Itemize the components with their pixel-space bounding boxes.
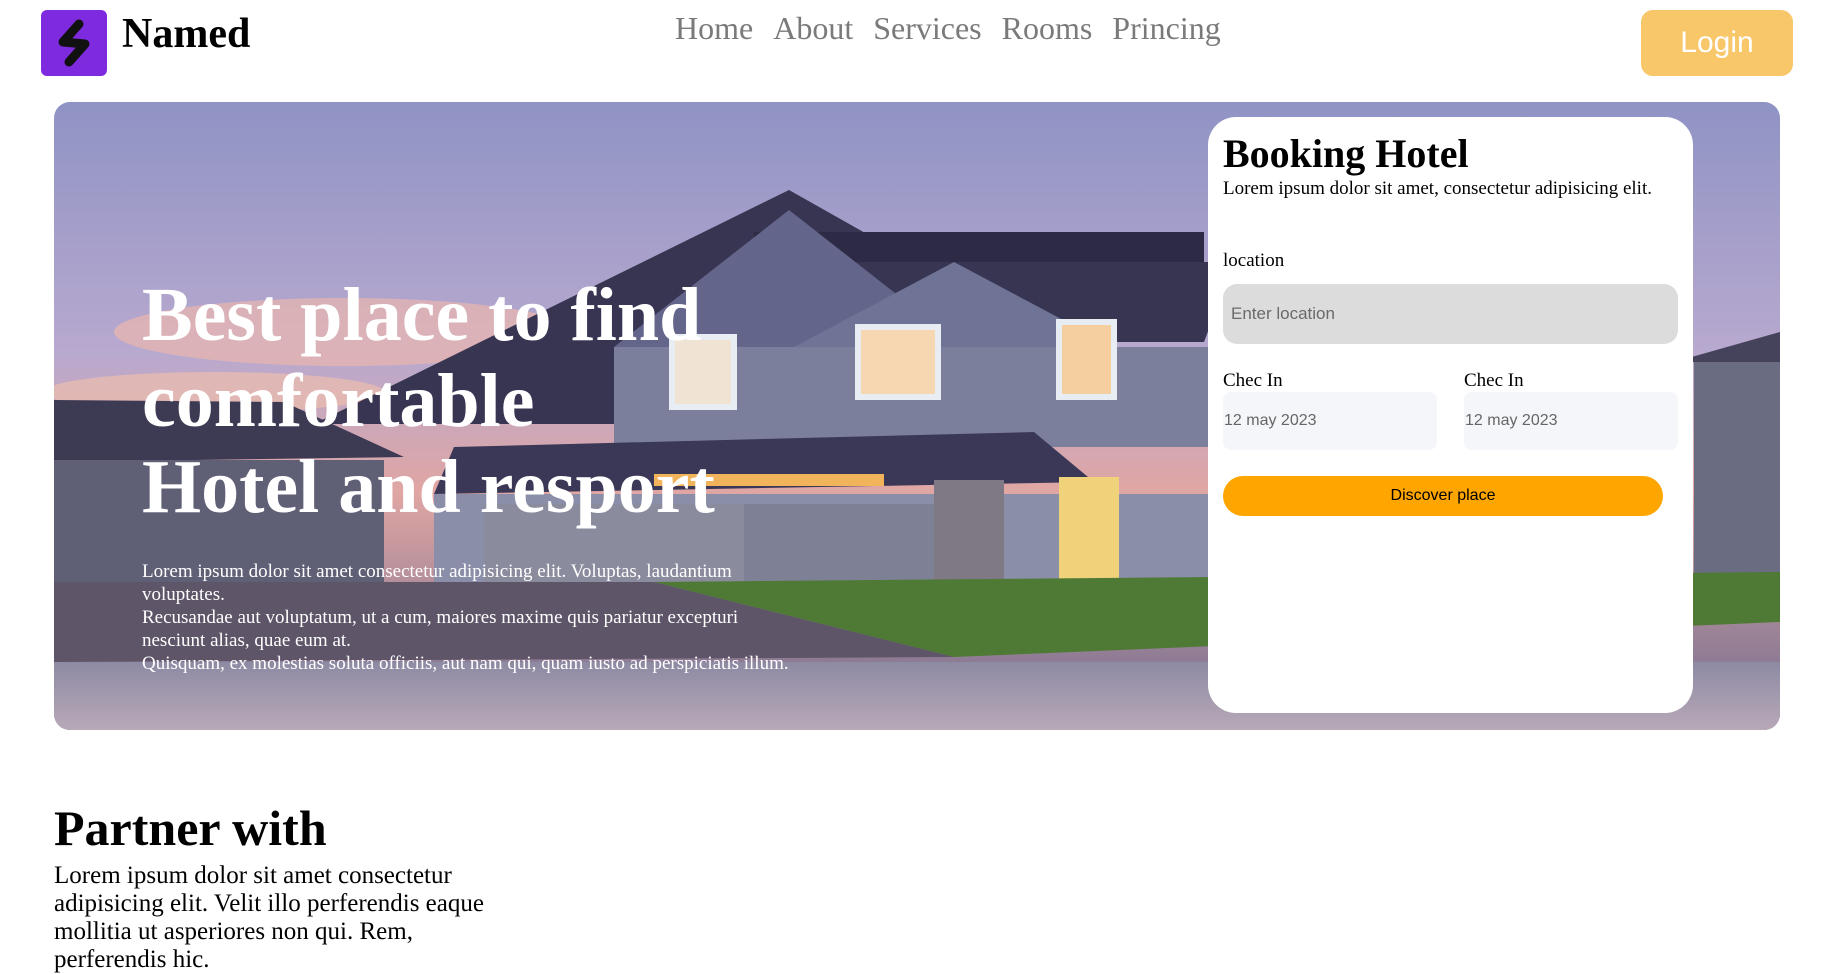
hero-title-line: Best place to find [142,273,702,357]
brand-mark-icon [58,19,90,67]
location-label: location [1223,250,1285,271]
brand-name: Named [122,11,251,57]
hero-title-line: comfortable [142,359,535,443]
checkin-input-2[interactable] [1464,392,1678,450]
hero-text-line: Quisquam, ex molestias soluta officiis, … [142,653,789,674]
nav-rooms[interactable]: Rooms [1002,8,1093,48]
location-input[interactable] [1223,284,1678,344]
checkin-label: Chec In [1223,370,1283,391]
checkin-label-2: Chec In [1464,370,1524,391]
hero-text-line: Lorem ipsum dolor sit amet consectetur a… [142,561,732,582]
hero-title: Best place to find comfortable Hotel and… [142,272,842,530]
login-button[interactable]: Login [1641,10,1793,76]
hero-text-line: nesciunt alias, quae eum at. [142,630,351,651]
logo[interactable] [41,10,107,76]
checkin-input[interactable] [1223,392,1437,450]
discover-place-button[interactable]: Discover place [1223,476,1663,516]
nav-about[interactable]: About [773,8,853,48]
booking-card: Booking Hotel Lorem ipsum dolor sit amet… [1208,117,1693,713]
nav-pricing[interactable]: Princing [1112,8,1220,48]
hero-text-line: voluptates. [142,584,225,605]
hero-description: Lorem ipsum dolor sit amet consectetur a… [142,560,862,675]
booking-title: Booking Hotel [1223,131,1469,176]
hero-title-line: Hotel and resport [142,445,715,529]
nav-services[interactable]: Services [873,8,981,48]
partner-description: Lorem ipsum dolor sit amet consectetur a… [54,862,484,973]
hero-text-line: Recusandae aut voluptatum, ut a cum, mai… [142,607,739,628]
nav-home[interactable]: Home [675,8,753,48]
partner-title: Partner with [54,800,327,856]
main-nav: Home About Services Rooms Princing [675,8,1221,48]
booking-subtitle: Lorem ipsum dolor sit amet, consectetur … [1223,178,1652,199]
